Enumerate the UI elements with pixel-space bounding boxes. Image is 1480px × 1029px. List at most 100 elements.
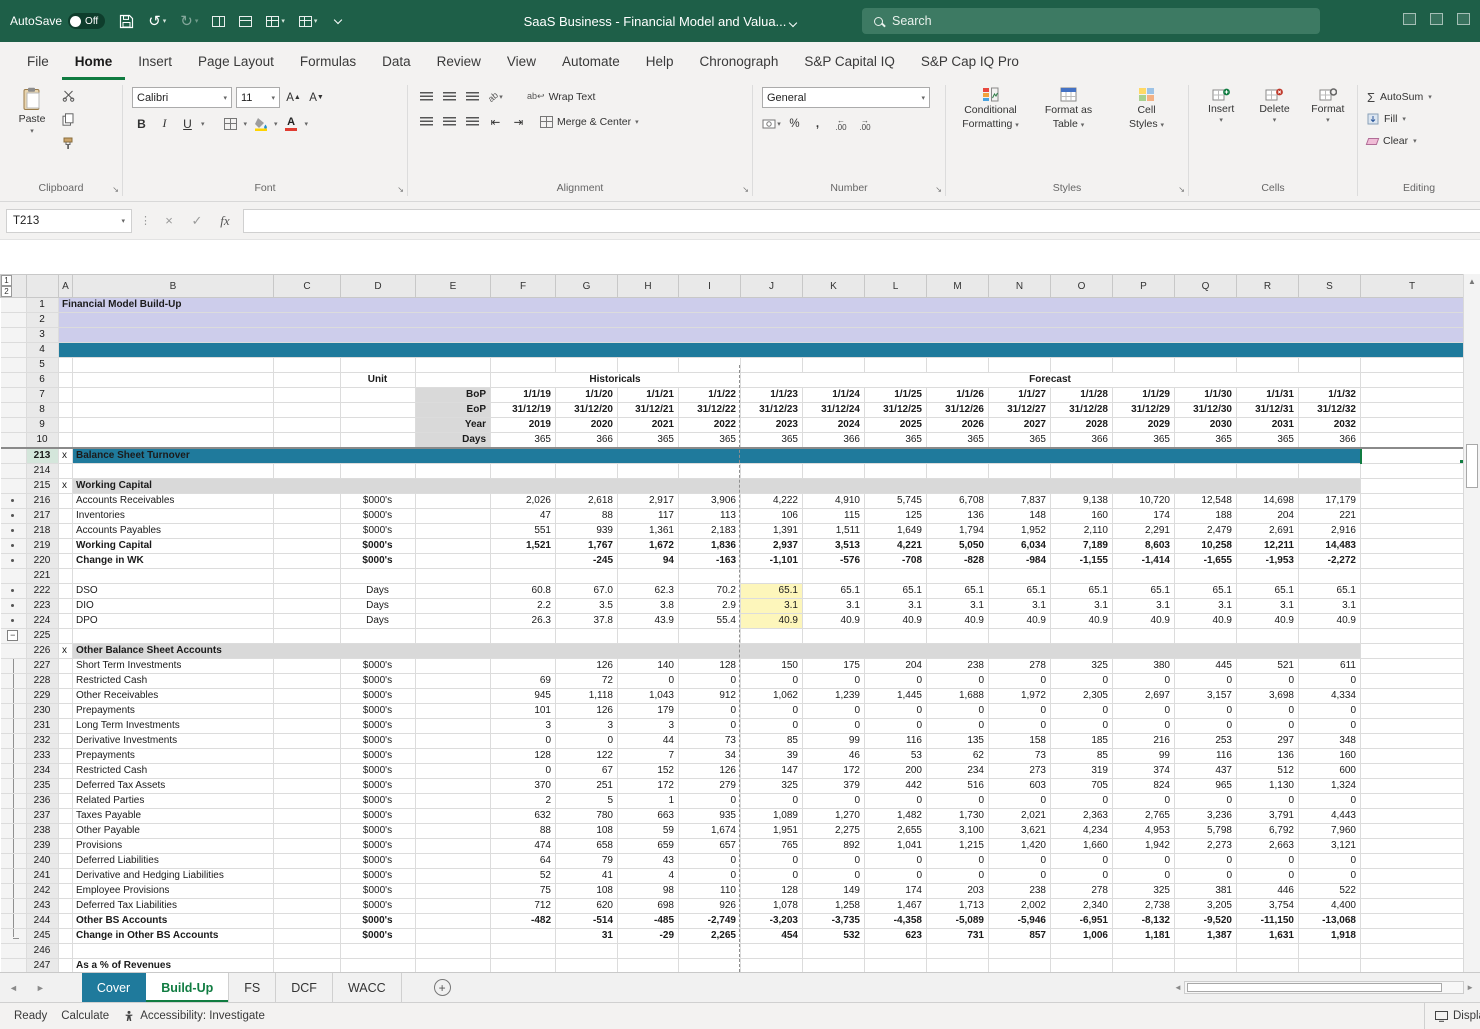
cell-H5[interactable]: [618, 358, 679, 373]
cell-K231[interactable]: 0: [803, 719, 865, 734]
cell-I10[interactable]: 365: [679, 433, 741, 449]
cell-B219[interactable]: Working Capital: [73, 539, 274, 554]
cell-M217[interactable]: 136: [927, 509, 989, 524]
cell-P243[interactable]: 2,738: [1113, 899, 1175, 914]
row-header-223[interactable]: 223: [27, 599, 59, 614]
cell-R234[interactable]: 512: [1237, 764, 1299, 779]
cell-L242[interactable]: 174: [865, 884, 927, 899]
cell-H245[interactable]: -29: [618, 929, 679, 944]
cell-H231[interactable]: 3: [618, 719, 679, 734]
cell-C246[interactable]: [274, 944, 341, 959]
format-cells-button[interactable]: Format▾: [1305, 87, 1351, 124]
cell-N230[interactable]: 0: [989, 704, 1051, 719]
cell-K241[interactable]: 0: [803, 869, 865, 884]
cell-L10[interactable]: 365: [865, 433, 927, 449]
cell-F7[interactable]: 1/1/19: [491, 388, 556, 403]
cell-S241[interactable]: 0: [1299, 869, 1361, 884]
cell-D239[interactable]: $000's: [341, 839, 416, 854]
row-header-229[interactable]: 229: [27, 689, 59, 704]
cell-H239[interactable]: 659: [618, 839, 679, 854]
row-header-231[interactable]: 231: [27, 719, 59, 734]
cell-B213[interactable]: Balance Sheet Turnover: [73, 448, 1361, 464]
cell-M216[interactable]: 6,708: [927, 494, 989, 509]
cell-D5[interactable]: [341, 358, 416, 373]
cell-J220[interactable]: -1,101: [741, 554, 803, 569]
ribbon-tab-insert[interactable]: Insert: [125, 42, 185, 80]
cell-I244[interactable]: -2,749: [679, 914, 741, 929]
cell-O5[interactable]: [1051, 358, 1113, 373]
cell-J246[interactable]: [741, 944, 803, 959]
cell-M235[interactable]: 516: [927, 779, 989, 794]
redo-icon[interactable]: ↻▾: [180, 12, 198, 30]
cell-G10[interactable]: 366: [556, 433, 618, 449]
cell-D246[interactable]: [341, 944, 416, 959]
font-color-dropdown-icon[interactable]: ▾: [305, 120, 309, 128]
cell-B218[interactable]: Accounts Payables: [73, 524, 274, 539]
cell-D237[interactable]: $000's: [341, 809, 416, 824]
cell-M239[interactable]: 1,215: [927, 839, 989, 854]
cell-N239[interactable]: 1,420: [989, 839, 1051, 854]
cell-A229[interactable]: [59, 689, 73, 704]
cell-J10[interactable]: 365: [741, 433, 803, 449]
cell-C243[interactable]: [274, 899, 341, 914]
row-header-236[interactable]: 236: [27, 794, 59, 809]
cell-J236[interactable]: 0: [741, 794, 803, 809]
cell-K246[interactable]: [803, 944, 865, 959]
cell-T240[interactable]: [1361, 854, 1464, 869]
cell-R221[interactable]: [1237, 569, 1299, 584]
cell-R217[interactable]: 204: [1237, 509, 1299, 524]
cell-S7[interactable]: 1/1/32: [1299, 388, 1361, 403]
cell-B243[interactable]: Deferred Tax Liabilities: [73, 899, 274, 914]
unit-header[interactable]: Unit: [341, 373, 416, 388]
col-header-J[interactable]: J: [741, 275, 803, 298]
cell-T219[interactable]: [1361, 539, 1464, 554]
cell-A232[interactable]: [59, 734, 73, 749]
cell-C228[interactable]: [274, 674, 341, 689]
cell-J242[interactable]: 128: [741, 884, 803, 899]
cell-H230[interactable]: 179: [618, 704, 679, 719]
cell-S227[interactable]: 611: [1299, 659, 1361, 674]
cell[interactable]: [59, 403, 73, 418]
cell-R243[interactable]: 3,754: [1237, 899, 1299, 914]
cell-C241[interactable]: [274, 869, 341, 884]
cell-O222[interactable]: 65.1: [1051, 584, 1113, 599]
ribbon-tab-automate[interactable]: Automate: [549, 42, 633, 80]
cell-K7[interactable]: 1/1/24: [803, 388, 865, 403]
cell-C227[interactable]: [274, 659, 341, 674]
cell-N227[interactable]: 278: [989, 659, 1051, 674]
cell-M220[interactable]: -828: [927, 554, 989, 569]
cell-P237[interactable]: 2,765: [1113, 809, 1175, 824]
cell-N244[interactable]: -5,946: [989, 914, 1051, 929]
cell[interactable]: [59, 418, 73, 433]
cell-D230[interactable]: $000's: [341, 704, 416, 719]
sheet-tab-build-up[interactable]: Build-Up: [146, 973, 229, 1002]
formula-input[interactable]: [243, 209, 1480, 233]
font-color-icon[interactable]: A: [282, 114, 301, 133]
cell-T226[interactable]: [1361, 644, 1464, 659]
cell-C245[interactable]: [274, 929, 341, 944]
cell-M225[interactable]: [927, 629, 989, 644]
cell-I240[interactable]: 0: [679, 854, 741, 869]
cell-N216[interactable]: 7,837: [989, 494, 1051, 509]
cell-L223[interactable]: 3.1: [865, 599, 927, 614]
cell-M241[interactable]: 0: [927, 869, 989, 884]
align-right-icon[interactable]: [463, 112, 482, 131]
cell-G219[interactable]: 1,767: [556, 539, 618, 554]
cell-M7[interactable]: 1/1/26: [927, 388, 989, 403]
cell-H7[interactable]: 1/1/21: [618, 388, 679, 403]
align-middle-icon[interactable]: [440, 87, 459, 106]
cell-A245[interactable]: [59, 929, 73, 944]
historicals-header[interactable]: Historicals: [491, 373, 741, 388]
clear-button[interactable]: Clear▾: [1367, 131, 1432, 151]
cell-E217[interactable]: [416, 509, 491, 524]
cell-S245[interactable]: 1,918: [1299, 929, 1361, 944]
cell-B221[interactable]: [73, 569, 274, 584]
cell-A244[interactable]: [59, 914, 73, 929]
cell-L229[interactable]: 1,445: [865, 689, 927, 704]
cell-R214[interactable]: [1237, 464, 1299, 479]
cell[interactable]: [989, 959, 1051, 973]
merge-center-button[interactable]: Merge & Center▾: [540, 116, 639, 128]
cell-K239[interactable]: 892: [803, 839, 865, 854]
decrease-font-size-button[interactable]: A▼: [307, 88, 326, 107]
ribbon-tab-formulas[interactable]: Formulas: [287, 42, 369, 80]
